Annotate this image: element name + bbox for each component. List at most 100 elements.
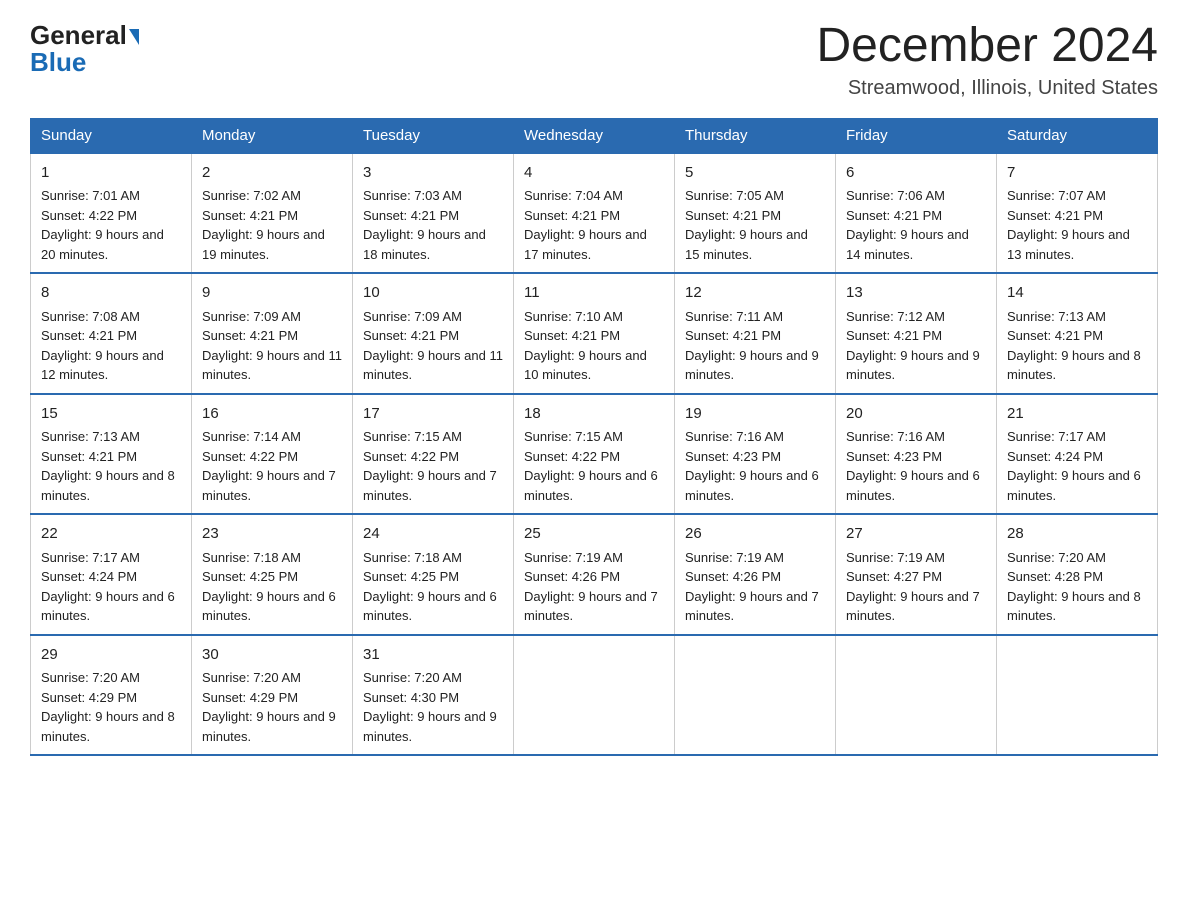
daylight-text: Daylight: 9 hours and 8 minutes. (41, 468, 175, 503)
col-wednesday: Wednesday (514, 118, 675, 153)
table-row: 20 Sunrise: 7:16 AM Sunset: 4:23 PM Dayl… (836, 394, 997, 515)
sunrise-text: Sunrise: 7:09 AM (363, 309, 462, 324)
daylight-text: Daylight: 9 hours and 20 minutes. (41, 227, 164, 262)
table-row: 31 Sunrise: 7:20 AM Sunset: 4:30 PM Dayl… (353, 635, 514, 756)
sunrise-text: Sunrise: 7:06 AM (846, 188, 945, 203)
day-number: 8 (41, 282, 181, 305)
sunrise-text: Sunrise: 7:18 AM (202, 550, 301, 565)
sunrise-text: Sunrise: 7:12 AM (846, 309, 945, 324)
day-number: 7 (1007, 162, 1147, 185)
daylight-text: Daylight: 9 hours and 12 minutes. (41, 348, 164, 383)
daylight-text: Daylight: 9 hours and 8 minutes. (1007, 348, 1141, 383)
sunrise-text: Sunrise: 7:18 AM (363, 550, 462, 565)
table-row: 10 Sunrise: 7:09 AM Sunset: 4:21 PM Dayl… (353, 273, 514, 394)
day-number: 19 (685, 403, 825, 426)
daylight-text: Daylight: 9 hours and 7 minutes. (846, 589, 980, 624)
sunset-text: Sunset: 4:26 PM (524, 569, 620, 584)
location-subtitle: Streamwood, Illinois, United States (816, 77, 1158, 100)
sunset-text: Sunset: 4:21 PM (41, 328, 137, 343)
sunrise-text: Sunrise: 7:09 AM (202, 309, 301, 324)
day-number: 31 (363, 644, 503, 667)
sunset-text: Sunset: 4:21 PM (685, 208, 781, 223)
sunset-text: Sunset: 4:21 PM (524, 208, 620, 223)
daylight-text: Daylight: 9 hours and 8 minutes. (41, 709, 175, 744)
sunset-text: Sunset: 4:21 PM (41, 449, 137, 464)
table-row: 21 Sunrise: 7:17 AM Sunset: 4:24 PM Dayl… (997, 394, 1158, 515)
daylight-text: Daylight: 9 hours and 11 minutes. (363, 348, 503, 383)
table-row: 30 Sunrise: 7:20 AM Sunset: 4:29 PM Dayl… (192, 635, 353, 756)
daylight-text: Daylight: 9 hours and 7 minutes. (685, 589, 819, 624)
table-row: 15 Sunrise: 7:13 AM Sunset: 4:21 PM Dayl… (31, 394, 192, 515)
daylight-text: Daylight: 9 hours and 8 minutes. (1007, 589, 1141, 624)
table-row (836, 635, 997, 756)
sunset-text: Sunset: 4:21 PM (524, 328, 620, 343)
day-number: 20 (846, 403, 986, 426)
logo-blue-text: Blue (30, 47, 86, 78)
table-row: 3 Sunrise: 7:03 AM Sunset: 4:21 PM Dayli… (353, 153, 514, 274)
table-row: 5 Sunrise: 7:05 AM Sunset: 4:21 PM Dayli… (675, 153, 836, 274)
day-number: 6 (846, 162, 986, 185)
day-number: 2 (202, 162, 342, 185)
sunrise-text: Sunrise: 7:20 AM (202, 670, 301, 685)
sunset-text: Sunset: 4:23 PM (685, 449, 781, 464)
day-number: 5 (685, 162, 825, 185)
day-number: 13 (846, 282, 986, 305)
sunset-text: Sunset: 4:23 PM (846, 449, 942, 464)
daylight-text: Daylight: 9 hours and 7 minutes. (202, 468, 336, 503)
daylight-text: Daylight: 9 hours and 6 minutes. (685, 468, 819, 503)
col-friday: Friday (836, 118, 997, 153)
col-monday: Monday (192, 118, 353, 153)
sunset-text: Sunset: 4:22 PM (41, 208, 137, 223)
month-title: December 2024 (816, 20, 1158, 73)
table-row: 2 Sunrise: 7:02 AM Sunset: 4:21 PM Dayli… (192, 153, 353, 274)
sunset-text: Sunset: 4:28 PM (1007, 569, 1103, 584)
sunrise-text: Sunrise: 7:15 AM (363, 429, 462, 444)
sunset-text: Sunset: 4:21 PM (363, 328, 459, 343)
calendar-week-row: 29 Sunrise: 7:20 AM Sunset: 4:29 PM Dayl… (31, 635, 1158, 756)
day-number: 24 (363, 523, 503, 546)
day-number: 30 (202, 644, 342, 667)
sunrise-text: Sunrise: 7:04 AM (524, 188, 623, 203)
table-row: 6 Sunrise: 7:06 AM Sunset: 4:21 PM Dayli… (836, 153, 997, 274)
day-number: 23 (202, 523, 342, 546)
sunrise-text: Sunrise: 7:01 AM (41, 188, 140, 203)
table-row: 9 Sunrise: 7:09 AM Sunset: 4:21 PM Dayli… (192, 273, 353, 394)
table-row: 22 Sunrise: 7:17 AM Sunset: 4:24 PM Dayl… (31, 514, 192, 635)
sunrise-text: Sunrise: 7:16 AM (685, 429, 784, 444)
table-row: 7 Sunrise: 7:07 AM Sunset: 4:21 PM Dayli… (997, 153, 1158, 274)
day-number: 1 (41, 162, 181, 185)
table-row: 12 Sunrise: 7:11 AM Sunset: 4:21 PM Dayl… (675, 273, 836, 394)
sunrise-text: Sunrise: 7:19 AM (846, 550, 945, 565)
sunset-text: Sunset: 4:22 PM (202, 449, 298, 464)
day-number: 15 (41, 403, 181, 426)
calendar-week-row: 22 Sunrise: 7:17 AM Sunset: 4:24 PM Dayl… (31, 514, 1158, 635)
daylight-text: Daylight: 9 hours and 13 minutes. (1007, 227, 1130, 262)
table-row: 13 Sunrise: 7:12 AM Sunset: 4:21 PM Dayl… (836, 273, 997, 394)
daylight-text: Daylight: 9 hours and 9 minutes. (846, 348, 980, 383)
table-row: 11 Sunrise: 7:10 AM Sunset: 4:21 PM Dayl… (514, 273, 675, 394)
sunrise-text: Sunrise: 7:19 AM (524, 550, 623, 565)
day-number: 3 (363, 162, 503, 185)
sunset-text: Sunset: 4:21 PM (846, 328, 942, 343)
daylight-text: Daylight: 9 hours and 10 minutes. (524, 348, 647, 383)
sunset-text: Sunset: 4:21 PM (202, 208, 298, 223)
table-row (675, 635, 836, 756)
daylight-text: Daylight: 9 hours and 9 minutes. (202, 709, 336, 744)
col-tuesday: Tuesday (353, 118, 514, 153)
sunrise-text: Sunrise: 7:17 AM (1007, 429, 1106, 444)
sunset-text: Sunset: 4:25 PM (363, 569, 459, 584)
day-number: 18 (524, 403, 664, 426)
daylight-text: Daylight: 9 hours and 19 minutes. (202, 227, 325, 262)
sunset-text: Sunset: 4:29 PM (41, 690, 137, 705)
table-row: 4 Sunrise: 7:04 AM Sunset: 4:21 PM Dayli… (514, 153, 675, 274)
day-number: 26 (685, 523, 825, 546)
day-number: 11 (524, 282, 664, 305)
day-number: 9 (202, 282, 342, 305)
day-number: 27 (846, 523, 986, 546)
sunset-text: Sunset: 4:24 PM (41, 569, 137, 584)
daylight-text: Daylight: 9 hours and 18 minutes. (363, 227, 486, 262)
sunrise-text: Sunrise: 7:11 AM (685, 309, 783, 324)
daylight-text: Daylight: 9 hours and 6 minutes. (41, 589, 175, 624)
sunrise-text: Sunrise: 7:02 AM (202, 188, 301, 203)
calendar-week-row: 15 Sunrise: 7:13 AM Sunset: 4:21 PM Dayl… (31, 394, 1158, 515)
